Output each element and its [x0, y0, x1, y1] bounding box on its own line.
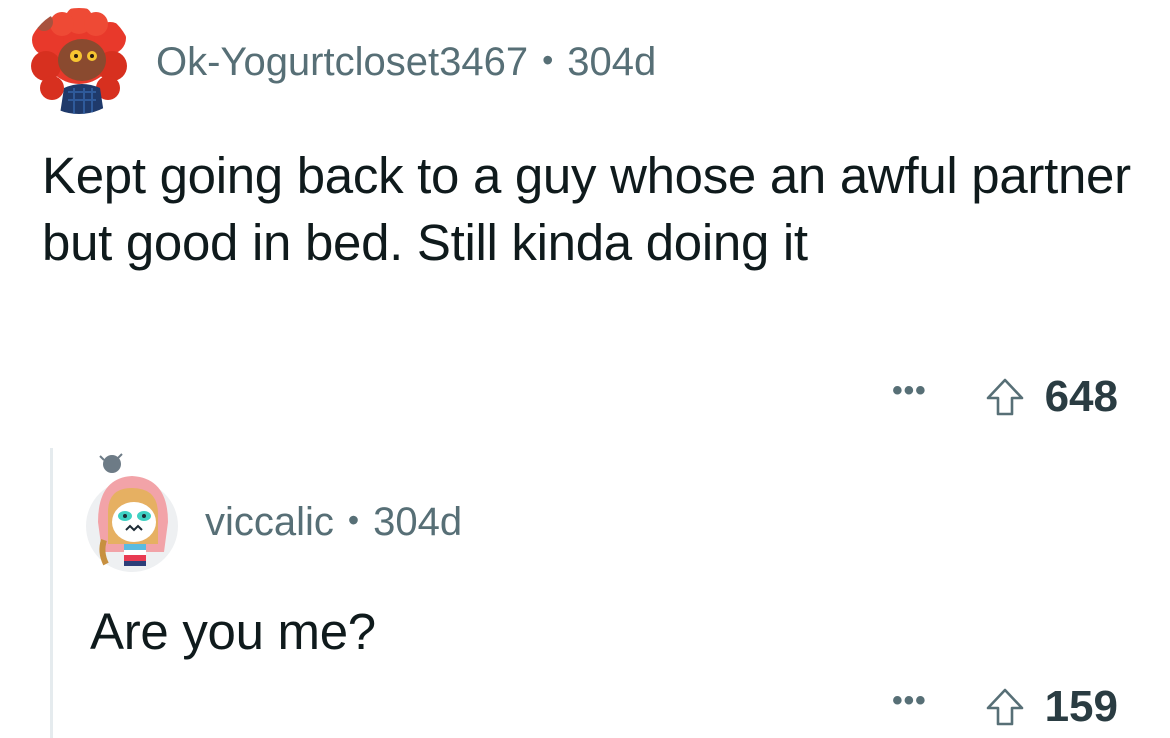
comment-meta: viccalic • 304d — [205, 500, 462, 545]
comment-meta: Ok-Yogurtcloset3467 • 304d — [156, 40, 656, 85]
upvote-arrow-icon[interactable] — [983, 685, 1027, 729]
comment: Ok-Yogurtcloset3467 • 304d Kept going ba… — [0, 0, 1170, 430]
user-avatar[interactable] — [84, 452, 180, 572]
user-avatar[interactable] — [26, 8, 132, 114]
reply-comment: viccalic • 304d Are you me? ••• 159 — [0, 430, 1170, 738]
meta-separator: • — [347, 502, 360, 538]
pink-hood-cat-avatar-icon — [86, 453, 178, 572]
username-link[interactable]: Ok-Yogurtcloset3467 — [156, 40, 528, 85]
username-link[interactable]: viccalic — [205, 500, 334, 545]
comment-actions: ••• 159 — [892, 682, 1118, 732]
comment-actions: ••• 648 — [892, 372, 1118, 422]
comment-body: Kept going back to a guy whose an awful … — [42, 147, 1131, 271]
vote-score: 159 — [1044, 682, 1118, 731]
upvote-arrow-icon[interactable] — [983, 375, 1027, 419]
comment-age: 304d — [373, 500, 463, 544]
more-options-button[interactable]: ••• — [892, 684, 927, 718]
meta-separator: • — [542, 42, 554, 78]
comment-body: Are you me? — [90, 603, 376, 660]
more-options-button[interactable]: ••• — [892, 374, 927, 408]
comment-age: 304d — [567, 40, 657, 84]
vote-score: 648 — [1044, 372, 1118, 421]
red-curly-hair-avatar-icon — [26, 8, 132, 114]
